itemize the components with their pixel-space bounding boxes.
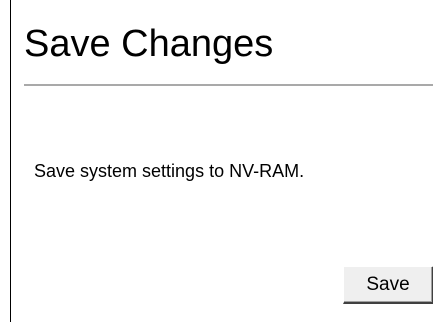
page-title: Save Changes <box>24 23 274 65</box>
title-divider <box>24 84 433 86</box>
content-panel: Save Changes Save system settings to NV-… <box>10 0 433 322</box>
save-description: Save system settings to NV-RAM. <box>34 161 305 181</box>
save-button[interactable]: Save <box>343 266 433 304</box>
